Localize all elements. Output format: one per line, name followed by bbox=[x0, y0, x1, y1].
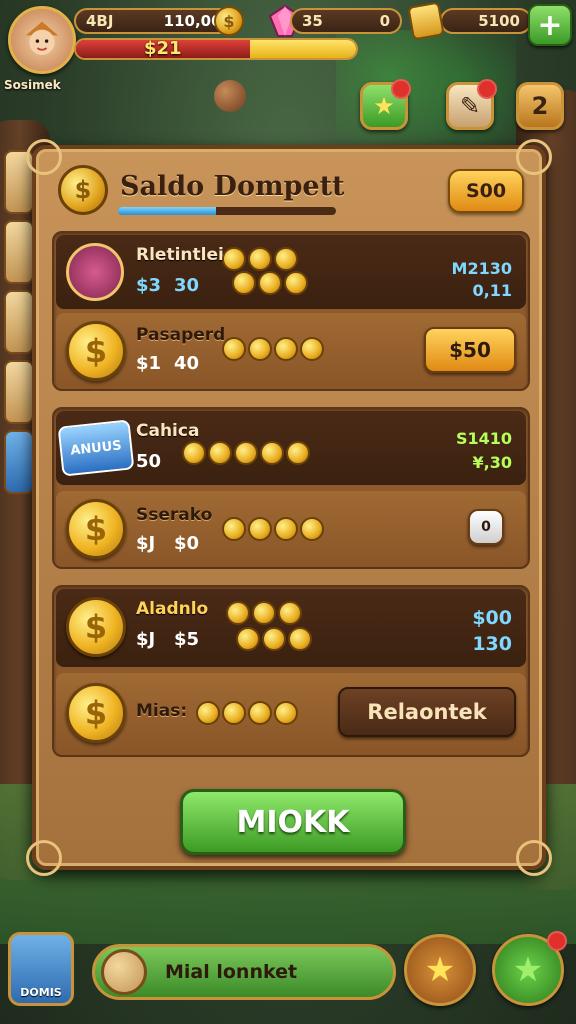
coin-stack-icon bbox=[222, 247, 298, 271]
side-tab-2[interactable] bbox=[4, 220, 34, 284]
wallet-section-1: Rletintlei $3 30 M2130 0,11 $ Pasaperd $… bbox=[52, 231, 530, 391]
panel-corner-ornament bbox=[26, 840, 62, 876]
wallet-coin-icon: $ bbox=[58, 165, 108, 215]
home-label: DOMIS bbox=[20, 986, 62, 999]
currency-right: 5100 bbox=[478, 12, 520, 30]
side-tab-5[interactable] bbox=[4, 430, 34, 494]
notification-dot bbox=[391, 79, 411, 99]
two-label: 2 bbox=[531, 92, 549, 120]
list-item[interactable]: Rletintlei $3 30 M2130 0,11 bbox=[56, 235, 526, 309]
add-currency-button[interactable]: + bbox=[528, 4, 572, 46]
small-action-button[interactable]: 0 bbox=[468, 509, 504, 545]
dollar-coin-icon: $ bbox=[66, 683, 126, 743]
dollar-coin-icon: $ bbox=[66, 499, 126, 559]
row-sub-b: $5 bbox=[174, 629, 200, 650]
row-sub-a: $3 bbox=[136, 275, 162, 296]
wallet-section-3: $ Aladnlo $J $5 $00 130 $ Mias: Relaonte… bbox=[52, 585, 530, 757]
row-sub-b: 30 bbox=[174, 275, 200, 296]
row-right-bottom: 130 bbox=[472, 633, 512, 655]
coin-stack-icon bbox=[232, 271, 308, 295]
list-item[interactable]: $ Aladnlo $J $5 $00 130 bbox=[56, 589, 526, 667]
panel-title: Saldo Dompett bbox=[120, 171, 345, 202]
character-avatar bbox=[66, 243, 124, 301]
currency-left-a: 4BJ bbox=[86, 12, 114, 30]
coin-stack-icon bbox=[222, 517, 324, 541]
row-sub-a: $1 bbox=[136, 353, 162, 374]
row-label: Aladnlo bbox=[136, 599, 209, 619]
dollar-coin-icon: $ bbox=[66, 321, 126, 381]
currency-mid-b: 0 bbox=[379, 12, 390, 30]
card-icon bbox=[407, 1, 445, 41]
player-face-icon bbox=[25, 21, 59, 55]
panel-corner-ornament bbox=[516, 139, 552, 175]
nut-icon bbox=[214, 80, 246, 112]
buy-button[interactable]: $50 bbox=[424, 327, 516, 373]
star-icon: ★ bbox=[424, 950, 456, 990]
wallet-section-2: ANUUS Cahica 50 S1410 ¥,30 $ Sserako $J … bbox=[52, 407, 530, 569]
market-coin-icon bbox=[101, 949, 147, 995]
market-button[interactable]: Mial lonnket bbox=[92, 944, 396, 1000]
wallet-panel: $ Saldo Dompett S00 Rletintlei $3 30 M21… bbox=[26, 139, 552, 876]
coin-stack-icon bbox=[226, 601, 302, 625]
row-right-top: $00 bbox=[472, 607, 512, 629]
row-label: Pasaperd bbox=[136, 325, 226, 345]
row-sub-b: $0 bbox=[174, 533, 200, 554]
player-name: Sosimek bbox=[4, 78, 61, 92]
row-right-bottom: ¥,30 bbox=[472, 453, 512, 472]
row-label: Cahica bbox=[136, 421, 200, 441]
xp-progress-bar: $21 bbox=[74, 38, 358, 60]
level-two-button[interactable]: 2 bbox=[516, 82, 564, 130]
star-icon: ★ bbox=[512, 950, 544, 990]
row-right-top: M2130 bbox=[451, 259, 512, 278]
notification-dot bbox=[477, 79, 497, 99]
panel-corner-ornament bbox=[516, 840, 552, 876]
side-tab-3[interactable] bbox=[4, 290, 34, 354]
currency-bar-mid: 35 0 bbox=[290, 8, 402, 34]
row-sub-a: $J bbox=[136, 629, 156, 650]
achievements-button[interactable]: ★ bbox=[492, 931, 567, 1006]
row-right-top: S1410 bbox=[455, 429, 512, 448]
notification-dot bbox=[547, 931, 567, 951]
row-sub-a: 50 bbox=[136, 451, 162, 472]
row-label: Sserako bbox=[136, 505, 213, 525]
favorites-button[interactable]: ★ bbox=[404, 934, 476, 1006]
xp-label: $21 bbox=[144, 38, 182, 59]
coin-stack-icon bbox=[236, 627, 312, 651]
list-item[interactable]: ANUUS Cahica 50 S1410 ¥,30 bbox=[56, 411, 526, 485]
currency-bar-right: 5100 bbox=[440, 8, 532, 34]
row-label: Rletintlei bbox=[136, 245, 224, 265]
balance-button[interactable]: S00 bbox=[448, 169, 524, 213]
list-item[interactable]: $ Pasaperd $1 40 $50 bbox=[56, 313, 526, 387]
list-item[interactable]: $ Mias: Relaontek bbox=[56, 673, 526, 753]
title-progress-bar bbox=[118, 207, 336, 215]
market-label: Mial lonnket bbox=[165, 961, 298, 983]
relaontek-button[interactable]: Relaontek bbox=[338, 687, 516, 737]
row-sub-a: $J bbox=[136, 533, 156, 554]
row-right-bottom: 0,11 bbox=[472, 281, 512, 300]
scroll-icon: ✎ bbox=[459, 92, 481, 120]
brand-badge-icon: ANUUS bbox=[57, 419, 135, 477]
side-tab-4[interactable] bbox=[4, 360, 34, 424]
coin-icon: $ bbox=[214, 6, 244, 36]
scroll-button[interactable]: ✎ bbox=[446, 79, 497, 130]
coin-stack-icon bbox=[196, 701, 298, 725]
coin-stack-icon bbox=[222, 337, 324, 361]
star-icon: ★ bbox=[373, 92, 395, 120]
panel-corner-ornament bbox=[26, 139, 62, 175]
player-avatar[interactable] bbox=[8, 6, 76, 74]
currency-mid-a: 35 bbox=[302, 12, 323, 30]
list-item[interactable]: $ Sserako $J $0 0 bbox=[56, 491, 526, 565]
star-quest-button[interactable]: ★ bbox=[360, 79, 411, 130]
row-label: Mias: bbox=[136, 701, 188, 721]
dollar-coin-icon: $ bbox=[66, 597, 126, 657]
confirm-button[interactable]: MIOKK bbox=[180, 789, 406, 855]
home-button[interactable]: DOMIS bbox=[8, 932, 74, 1006]
row-sub-b: 40 bbox=[174, 353, 200, 374]
coin-stack-icon bbox=[182, 441, 310, 465]
